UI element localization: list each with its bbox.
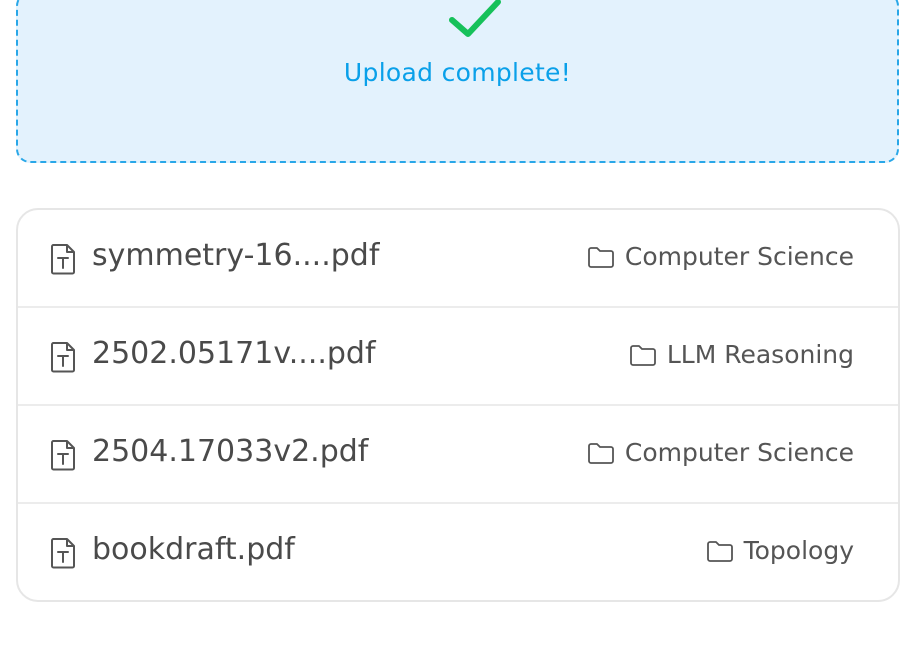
- upload-status-text: Upload complete!: [343, 58, 572, 87]
- file-row[interactable]: symmetry-16....pdf Computer Science: [18, 210, 898, 308]
- file-name: 2504.17033v2.pdf: [92, 434, 369, 469]
- file-row[interactable]: 2502.05171v....pdf LLM Reasoning: [18, 308, 898, 406]
- folder-tag[interactable]: Computer Science: [587, 242, 854, 271]
- folder-icon: [629, 344, 656, 366]
- file-name: bookdraft.pdf: [92, 532, 295, 567]
- folder-label: LLM Reasoning: [666, 340, 854, 369]
- file-name: 2502.05171v....pdf: [92, 336, 376, 371]
- file-list: symmetry-16....pdf Computer Science 2502…: [16, 208, 900, 602]
- file-name: symmetry-16....pdf: [92, 238, 380, 273]
- file-text-icon: [51, 342, 75, 373]
- file-text-icon: [51, 440, 75, 471]
- file-row[interactable]: bookdraft.pdf Topology: [18, 504, 898, 600]
- folder-tag[interactable]: Topology: [706, 536, 854, 565]
- folder-tag[interactable]: LLM Reasoning: [629, 340, 854, 369]
- folder-label: Topology: [743, 536, 854, 565]
- folder-label: Computer Science: [624, 438, 854, 467]
- file-text-icon: [51, 538, 75, 569]
- folder-label: Computer Science: [624, 242, 854, 271]
- file-text-icon: [51, 244, 75, 275]
- check-icon: [449, 0, 501, 37]
- folder-tag[interactable]: Computer Science: [587, 438, 854, 467]
- file-row[interactable]: 2504.17033v2.pdf Computer Science: [18, 406, 898, 504]
- upload-page: Upload complete! symmetry-16....pdf Comp…: [0, 0, 921, 655]
- folder-icon: [706, 540, 733, 562]
- folder-icon: [587, 442, 614, 464]
- upload-dropzone[interactable]: Upload complete!: [16, 0, 899, 163]
- folder-icon: [587, 246, 614, 268]
